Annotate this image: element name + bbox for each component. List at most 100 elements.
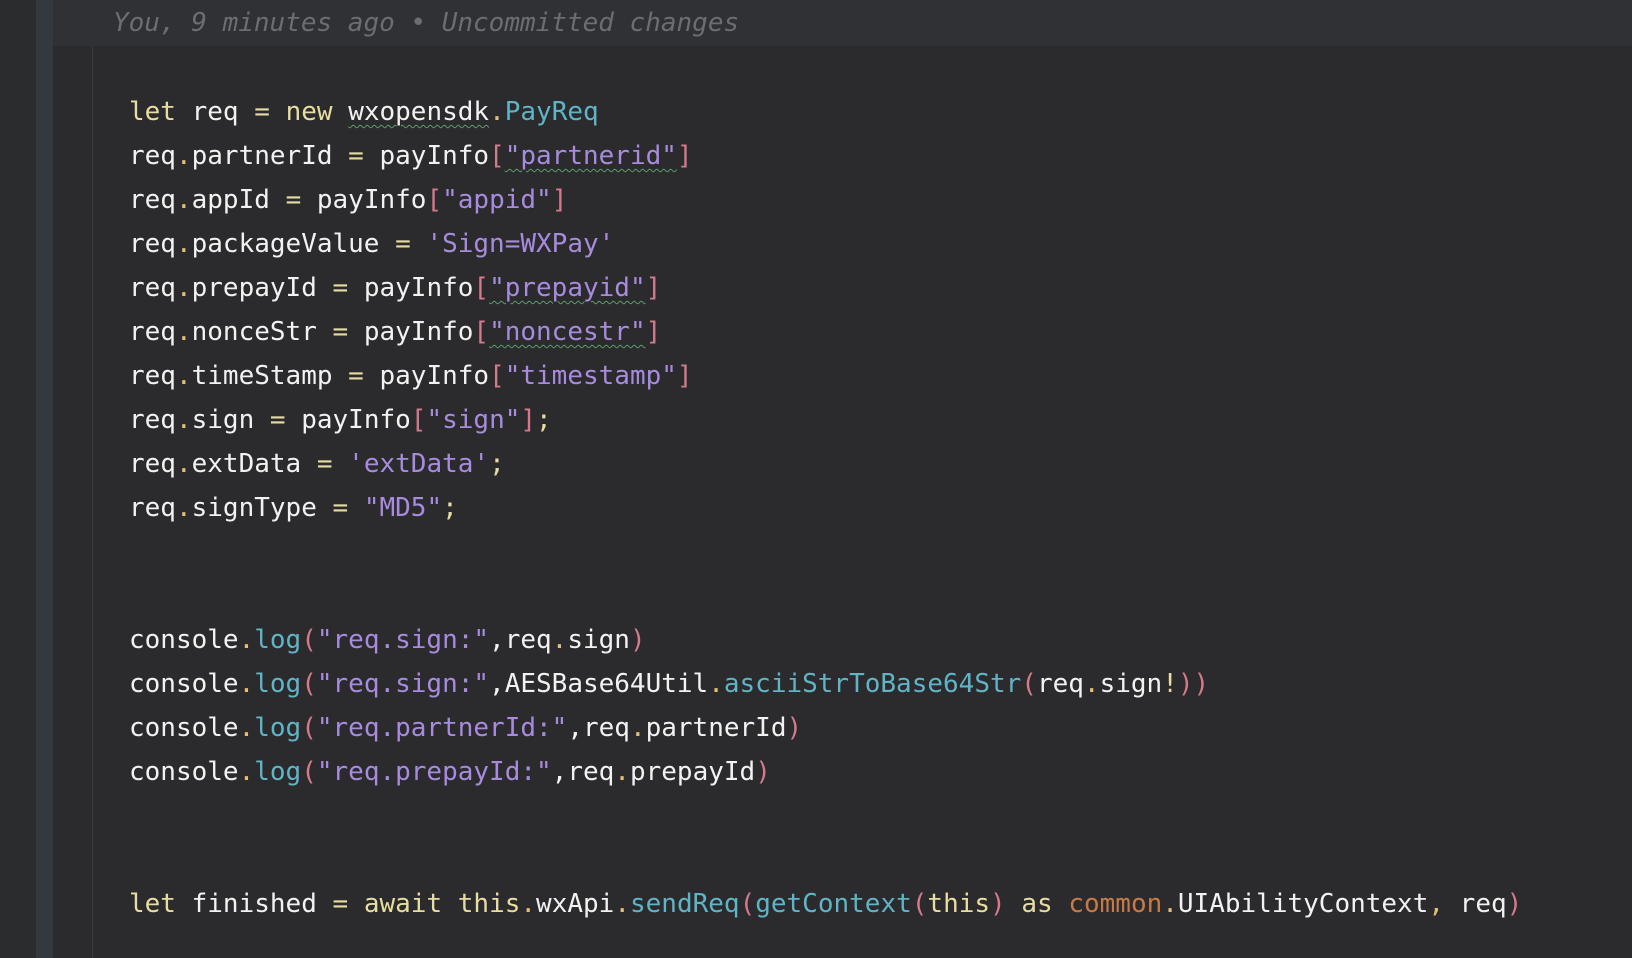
code-line-7[interactable]: req.timeStamp = payInfo["timestamp"]: [129, 354, 1522, 398]
string-arg: "req.prepayId:": [316, 757, 552, 787]
property: timeStamp: [191, 361, 333, 391]
function-asciistrtobase64str: asciiStrToBase64Str: [723, 669, 1022, 699]
paren-close: ): [786, 713, 803, 743]
dot: .: [175, 185, 192, 215]
bracket-open: [: [426, 185, 443, 215]
code-line-9[interactable]: req.extData = 'extData';: [129, 442, 1522, 486]
blank-line[interactable]: [129, 530, 1522, 574]
object: req: [129, 493, 176, 523]
dot: .: [551, 625, 568, 655]
code-line-8[interactable]: req.sign = payInfo["sign"];: [129, 398, 1522, 442]
object: req: [582, 713, 630, 743]
code-block[interactable]: let req = new wxopensdk.PayReq req.partn…: [129, 90, 1522, 926]
dot: .: [520, 889, 537, 919]
console: console: [129, 757, 239, 787]
code-line-1[interactable]: let req = new wxopensdk.PayReq: [129, 90, 1522, 134]
keyword-as: as: [1021, 889, 1053, 919]
operator-assign: =: [348, 141, 364, 171]
line-number-gutter[interactable]: [0, 0, 36, 958]
comma: ,: [567, 713, 583, 743]
object: req: [129, 317, 176, 347]
paren-open: (: [1021, 669, 1037, 699]
blank-line[interactable]: [129, 794, 1522, 838]
bracket-open: [: [473, 273, 490, 303]
code-line-15[interactable]: let finished = await this.wxApi.sendReq(…: [129, 882, 1522, 926]
code-line-14[interactable]: console.log("req.prepayId:",req.prepayId…: [129, 750, 1522, 794]
comma: ,: [489, 669, 505, 699]
paren-open: (: [301, 713, 317, 743]
code-line-2[interactable]: req.partnerId = payInfo["partnerid"]: [129, 134, 1522, 178]
bracket-open: [: [410, 405, 427, 435]
code-line-4[interactable]: req.packageValue = 'Sign=WXPay': [129, 222, 1522, 266]
semicolon: ;: [489, 449, 505, 479]
dot: .: [708, 669, 724, 699]
string-key: "appid": [442, 185, 552, 215]
dot: .: [175, 449, 192, 479]
property: signType: [191, 493, 317, 523]
dot: .: [175, 361, 192, 391]
source-var: payInfo: [301, 405, 411, 435]
dot: .: [238, 713, 255, 743]
operator-assign: =: [332, 493, 349, 523]
dot: .: [1083, 669, 1100, 699]
keyword-new: new: [285, 97, 333, 127]
code-line-10[interactable]: req.signType = "MD5";: [129, 486, 1522, 530]
dot: .: [614, 757, 630, 787]
console: console: [129, 625, 239, 655]
bracket-close: ]: [676, 141, 693, 171]
object: req: [129, 229, 176, 259]
property: sign: [567, 625, 630, 655]
string-value: 'extData': [348, 449, 490, 479]
dot: .: [175, 273, 192, 303]
function-log: log: [254, 757, 302, 787]
blank-line[interactable]: [129, 574, 1522, 618]
source-var: payInfo: [379, 361, 490, 391]
keyword-this: this: [457, 889, 521, 919]
operator-assign: =: [348, 361, 364, 391]
git-blame-annotation: You, 9 minutes ago • Uncommitted changes: [53, 0, 1632, 46]
property: packageValue: [191, 229, 380, 259]
property: extData: [191, 449, 302, 479]
dot: .: [489, 97, 505, 127]
property: sign: [191, 405, 255, 435]
source-var: payInfo: [363, 317, 474, 347]
object: req: [129, 449, 176, 479]
code-line-5[interactable]: req.prepayId = payInfo["prepayid"]: [129, 266, 1522, 310]
paren-close: ): [990, 889, 1006, 919]
object: req: [504, 625, 552, 655]
comma: ,: [1428, 889, 1445, 919]
code-line-3[interactable]: req.appId = payInfo["appid"]: [129, 178, 1522, 222]
object: req: [567, 757, 615, 787]
code-line-11[interactable]: console.log("req.sign:",req.sign): [129, 618, 1522, 662]
variable-req: req: [191, 97, 239, 127]
bracket-close: ]: [645, 317, 662, 347]
blank-line[interactable]: [129, 838, 1522, 882]
code-line-12[interactable]: console.log("req.sign:",AESBase64Util.as…: [129, 662, 1522, 706]
property: partnerId: [645, 713, 787, 743]
bracket-close: ]: [520, 405, 537, 435]
paren-open: (: [301, 625, 317, 655]
property: prepayId: [191, 273, 317, 303]
string-key: "sign": [426, 405, 521, 435]
code-line-6[interactable]: req.nonceStr = payInfo["noncestr"]: [129, 310, 1522, 354]
dot: .: [175, 229, 192, 259]
comma: ,: [551, 757, 568, 787]
dot: .: [1162, 889, 1178, 919]
change-marker-gutter[interactable]: [36, 0, 53, 958]
property: appId: [191, 185, 270, 215]
function-getcontext: getContext: [755, 889, 912, 919]
paren-open: (: [911, 889, 928, 919]
string-arg: "req.sign:": [316, 669, 490, 699]
dot: .: [238, 757, 255, 787]
string-key: "timestamp": [504, 361, 677, 391]
argument-req: req: [1459, 889, 1507, 919]
paren-close: ): [755, 757, 771, 787]
code-line-13[interactable]: console.log("req.partnerId:",req.partner…: [129, 706, 1522, 750]
object: req: [129, 141, 176, 171]
string-value: 'Sign=WXPay': [426, 229, 615, 259]
keyword-let: let: [129, 97, 176, 127]
variable-finished: finished: [191, 889, 317, 919]
source-var: payInfo: [363, 273, 474, 303]
operator-assign: =: [316, 449, 333, 479]
code-editor[interactable]: You, 9 minutes ago • Uncommitted changes…: [0, 0, 1632, 958]
